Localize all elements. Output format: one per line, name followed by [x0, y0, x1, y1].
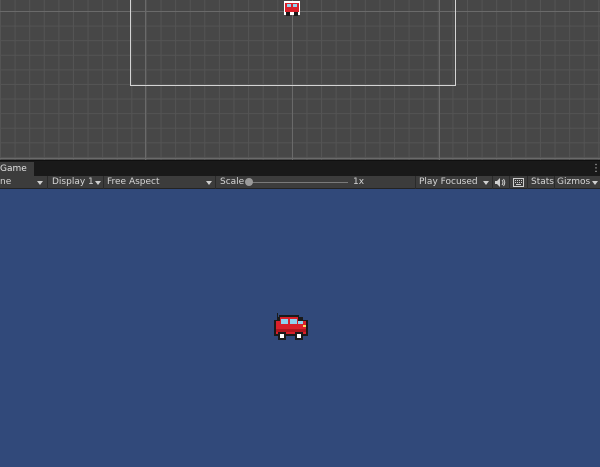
game-view[interactable]: [0, 189, 600, 467]
scale-slider-thumb[interactable]: [245, 178, 253, 186]
audio-icon[interactable]: [495, 178, 506, 187]
divider: [492, 176, 493, 189]
grid-line: [0, 158, 600, 159]
dropdown-caret-icon: [95, 181, 101, 185]
display-dropdown[interactable]: Display 1: [52, 176, 94, 189]
tab-bar: Game ⋮: [0, 160, 600, 177]
dropdown-caret-icon: [206, 181, 212, 185]
mode-dropdown[interactable]: ne: [0, 176, 11, 189]
stats-button[interactable]: Stats: [531, 176, 554, 189]
divider: [509, 176, 510, 189]
divider: [554, 176, 555, 189]
play-mode-dropdown-label: Play Focused: [419, 177, 478, 187]
tab-game[interactable]: Game: [0, 162, 34, 177]
gizmos-button[interactable]: Gizmos: [557, 176, 590, 189]
scale-label: Scale: [220, 177, 245, 187]
dropdown-caret-icon: [37, 181, 43, 185]
scale-value: 1x: [353, 177, 365, 187]
dropdown-caret-icon: [483, 181, 489, 185]
game-toolbar: ne Display 1 Free Aspect Scale 1x Play F…: [0, 176, 600, 189]
aspect-dropdown[interactable]: Free Aspect: [107, 176, 160, 189]
divider: [103, 176, 104, 189]
mode-dropdown-label: ne: [0, 177, 12, 187]
aspect-dropdown-label: Free Aspect: [107, 177, 160, 187]
tab-game-label: Game: [0, 164, 27, 174]
scene-view[interactable]: [0, 0, 600, 160]
play-mode-dropdown[interactable]: Play Focused: [419, 176, 478, 189]
divider: [527, 176, 528, 189]
scale-slider-track[interactable]: [251, 182, 348, 183]
keyboard-icon[interactable]: [513, 178, 524, 187]
car-sprite: [274, 313, 308, 340]
divider: [47, 176, 48, 189]
divider: [415, 176, 416, 189]
dropdown-caret-icon: [592, 181, 598, 185]
car-sprite[interactable]: [282, 1, 302, 18]
display-dropdown-label: Display 1: [52, 177, 94, 187]
kebab-menu-icon[interactable]: ⋮: [591, 163, 600, 175]
divider: [215, 176, 216, 189]
game-panel: Game ⋮ ne Display 1 Free Aspect Scale 1x…: [0, 160, 600, 467]
